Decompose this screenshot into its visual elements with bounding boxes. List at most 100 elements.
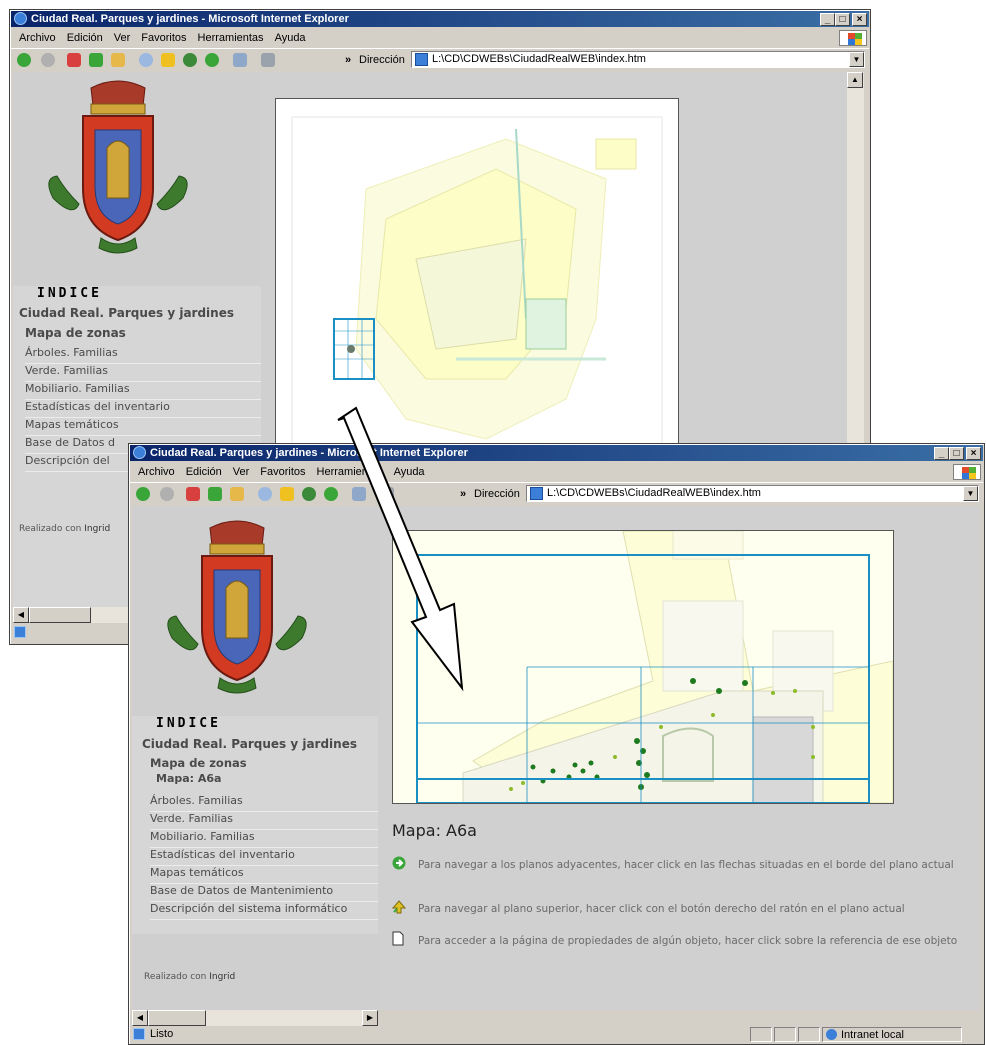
print-icon[interactable] — [261, 53, 275, 67]
scroll-left-button[interactable]: ◀ — [13, 607, 29, 623]
nav-estadisticas[interactable]: Estadísticas del inventario — [25, 400, 261, 418]
credit-text: Realizado con Ingrid — [144, 972, 236, 982]
nav-verde[interactable]: Verde. Familias — [150, 812, 378, 830]
title-bar[interactable]: Ciudad Real. Parques y jardines - Micros… — [130, 445, 983, 461]
address-label: Dirección — [474, 488, 520, 500]
nav-arboles[interactable]: Árboles. Familias — [150, 794, 378, 812]
menu-ver[interactable]: Ver — [109, 29, 137, 47]
toolbar: » Dirección L:\CD\CDWEBs\CiudadRealWEB\i… — [11, 48, 869, 71]
address-dropdown-button[interactable]: ▼ — [963, 486, 978, 501]
back-icon[interactable] — [136, 487, 150, 501]
site-title[interactable]: Ciudad Real. Parques y jardines — [142, 737, 357, 751]
refresh-icon[interactable] — [208, 487, 222, 501]
media-icon[interactable] — [302, 487, 316, 501]
index-title: INDICE — [156, 716, 221, 731]
minimize-button[interactable]: _ — [934, 447, 949, 460]
address-value: L:\CD\CDWEBs\CiudadRealWEB\index.htm — [432, 53, 646, 65]
close-button[interactable]: × — [966, 447, 981, 460]
back-icon[interactable] — [17, 53, 31, 67]
minimize-button[interactable]: _ — [820, 13, 835, 26]
history-icon[interactable] — [324, 487, 338, 501]
address-field[interactable]: L:\CD\CDWEBs\CiudadRealWEB\index.htm ▼ — [411, 51, 865, 68]
site-title[interactable]: Ciudad Real. Parques y jardines — [19, 306, 234, 320]
print-icon[interactable] — [380, 487, 394, 501]
menu-bar: Archivo Edición Ver Favoritos Herramientas Ay… — [11, 29, 869, 47]
page-icon — [530, 487, 543, 500]
menu-favoritos[interactable]: Favoritos — [255, 463, 311, 481]
search-icon[interactable] — [139, 53, 153, 67]
zone-cell: Intranet local — [822, 1027, 962, 1042]
section-mapa-zonas[interactable]: Mapa de zonas — [25, 326, 126, 340]
menu-bar: Archivo Edición Ver Favoritos Herramientas Ay… — [130, 463, 983, 481]
windows-flag-icon — [839, 30, 867, 46]
ie-page-icon — [133, 1028, 145, 1040]
sidebar: INDICE Ciudad Real. Parques y jardines M… — [132, 506, 378, 1010]
stop-icon[interactable] — [67, 53, 81, 67]
refresh-icon[interactable] — [89, 53, 103, 67]
nav-descripcion[interactable]: Descripción del sistema informático — [150, 902, 378, 920]
status-cell — [774, 1027, 796, 1042]
menu-favoritos[interactable]: Favoritos — [136, 29, 192, 47]
favorites-icon[interactable] — [161, 53, 175, 67]
forward-icon[interactable] — [41, 53, 55, 67]
home-icon[interactable] — [230, 487, 244, 501]
favorites-icon[interactable] — [280, 487, 294, 501]
subsection-mapa-a6a[interactable]: Mapa: A6a — [156, 772, 221, 785]
status-cell — [798, 1027, 820, 1042]
toolbar-chevron[interactable]: » — [460, 488, 466, 500]
menu-archivo[interactable]: Archivo — [130, 463, 181, 481]
nav-mobiliario[interactable]: Mobiliario. Familias — [150, 830, 378, 848]
home-icon[interactable] — [111, 53, 125, 67]
scroll-up-button[interactable]: ▲ — [847, 72, 863, 88]
mail-icon[interactable] — [352, 487, 366, 501]
nav-base-datos[interactable]: Base de Datos de Mantenimiento — [150, 884, 378, 902]
nav-estadisticas[interactable]: Estadísticas del inventario — [150, 848, 378, 866]
status-text: Listo — [150, 1028, 174, 1040]
horizontal-scrollbar[interactable]: ◀ ▶ — [132, 1010, 378, 1026]
forward-icon[interactable] — [160, 487, 174, 501]
address-field[interactable]: L:\CD\CDWEBs\CiudadRealWEB\index.htm ▼ — [526, 485, 979, 502]
search-icon[interactable] — [258, 487, 272, 501]
maximize-button[interactable]: □ — [949, 447, 964, 460]
nav-mobiliario[interactable]: Mobiliario. Familias — [25, 382, 261, 400]
menu-edicion[interactable]: Edición — [62, 29, 109, 47]
page-icon — [415, 53, 428, 66]
scroll-thumb[interactable] — [148, 1010, 206, 1026]
content-area: Mapa: A6a Para navegar a los planos adya… — [378, 506, 980, 1010]
nav-mapas-tematicos[interactable]: Mapas temáticos — [150, 866, 378, 884]
ie-page-icon — [14, 626, 26, 638]
menu-ver[interactable]: Ver — [228, 463, 256, 481]
address-label: Dirección — [359, 54, 405, 66]
menu-ayuda[interactable]: Ayuda — [389, 463, 431, 481]
stop-icon[interactable] — [186, 487, 200, 501]
window-title: Ciudad Real. Parques y jardines - Micros… — [31, 13, 349, 25]
windows-flag-icon — [953, 464, 981, 480]
media-icon[interactable] — [183, 53, 197, 67]
zone-map-a6a[interactable] — [392, 530, 894, 804]
toolbar: » Dirección L:\CD\CDWEBs\CiudadRealWEB\i… — [130, 482, 983, 505]
menu-herramientas[interactable]: Herramientas — [193, 29, 270, 47]
scroll-right-button[interactable]: ▶ — [362, 1010, 378, 1026]
maximize-button[interactable]: □ — [835, 13, 850, 26]
menu-edicion[interactable]: Edición — [181, 463, 228, 481]
nav-verde[interactable]: Verde. Familias — [25, 364, 261, 382]
credit-text: Realizado con Ingrid — [19, 524, 111, 534]
address-value: L:\CD\CDWEBs\CiudadRealWEB\index.htm — [547, 487, 761, 499]
address-dropdown-button[interactable]: ▼ — [849, 52, 864, 67]
scroll-left-button[interactable]: ◀ — [132, 1010, 148, 1026]
mail-icon[interactable] — [233, 53, 247, 67]
menu-archivo[interactable]: Archivo — [11, 29, 62, 47]
scroll-thumb[interactable] — [29, 607, 91, 623]
browser-window-front: Ciudad Real. Parques y jardines - Micros… — [128, 443, 985, 1045]
section-mapa-zonas[interactable]: Mapa de zonas — [150, 756, 247, 770]
menu-herramientas[interactable]: Herramientas — [312, 463, 389, 481]
status-bar: Listo Intranet local — [130, 1026, 983, 1043]
tip-adjacent: Para navegar a los planos adyacentes, ha… — [418, 859, 954, 871]
menu-ayuda[interactable]: Ayuda — [270, 29, 312, 47]
title-bar[interactable]: Ciudad Real. Parques y jardines - Micros… — [11, 11, 869, 27]
nav-arboles[interactable]: Árboles. Familias — [25, 346, 261, 364]
close-button[interactable]: × — [852, 13, 867, 26]
history-icon[interactable] — [205, 53, 219, 67]
nav-mapas-tematicos[interactable]: Mapas temáticos — [25, 418, 261, 436]
toolbar-chevron[interactable]: » — [345, 54, 351, 66]
